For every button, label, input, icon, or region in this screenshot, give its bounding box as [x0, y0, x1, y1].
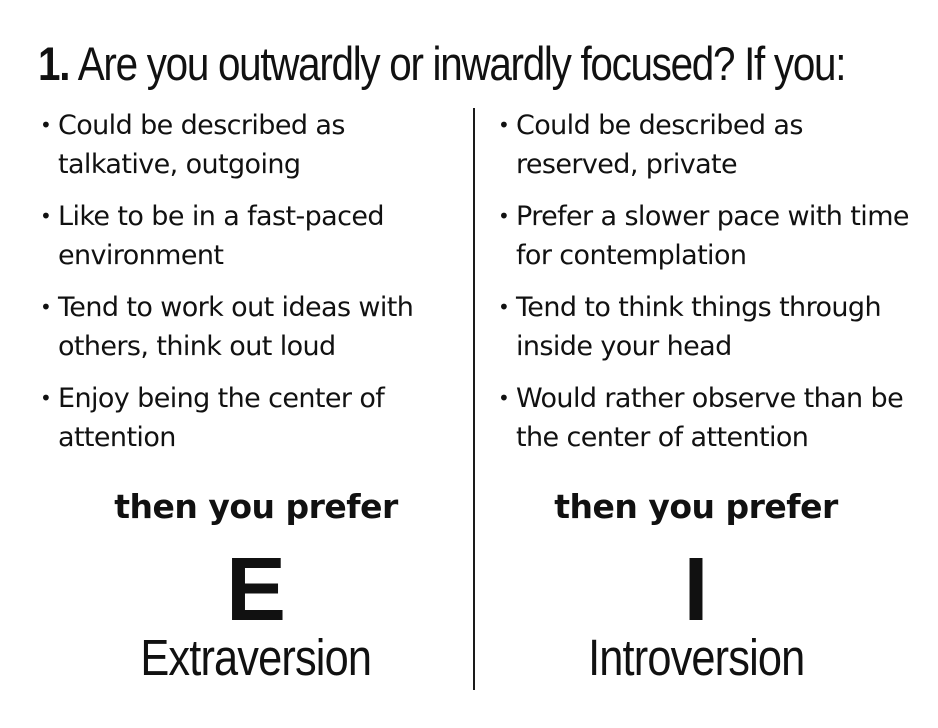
trait-text: Like to be in a fast-paced environment — [58, 201, 384, 271]
introversion-prefer-label: then you prefer — [554, 487, 838, 526]
introversion-letter: I — [683, 540, 709, 640]
list-item: • Would rather observe than be the center… — [496, 379, 916, 457]
list-item: • Tend to think things through inside you… — [496, 288, 916, 366]
bullet-icon: • — [498, 204, 510, 228]
list-item: • Prefer a slower pace with time for cont… — [496, 197, 916, 275]
extraversion-column: • Could be described as talkative, outgoi… — [38, 106, 458, 470]
question-heading: 1. Are you outwardly or inwardly focused?… — [38, 34, 846, 94]
bullet-icon: • — [498, 386, 510, 410]
list-item: • Tend to work out ideas with others, thi… — [38, 288, 458, 366]
question-text: Are you outwardly or inwardly focused? I… — [77, 37, 847, 90]
extraversion-letter: E — [225, 540, 287, 640]
bullet-icon: • — [498, 295, 510, 319]
list-item: • Could be described as talkative, outgoi… — [38, 106, 458, 184]
extraversion-type-text: Extraversion — [140, 629, 373, 686]
bullet-icon: • — [498, 113, 510, 137]
introversion-column: • Could be described as reserved, private… — [496, 106, 916, 470]
trait-text: Prefer a slower pace with time for conte… — [516, 201, 910, 271]
bullet-icon: • — [40, 204, 52, 228]
bullet-icon: • — [40, 386, 52, 410]
trait-text: Could be described as reserved, private — [516, 110, 803, 180]
trait-text: Tend to think things through inside your… — [516, 292, 882, 362]
list-item: • Enjoy being the center of attention — [38, 379, 458, 457]
extraversion-prefer-label: then you prefer — [114, 487, 398, 526]
introversion-type-name: Introversion — [478, 626, 914, 690]
introversion-type-text: Introversion — [587, 629, 805, 686]
list-item: • Like to be in a fast-paced environment — [38, 197, 458, 275]
introversion-traits-list: • Could be described as reserved, private… — [496, 106, 916, 457]
bullet-icon: • — [40, 295, 52, 319]
question-number: 1. — [38, 37, 70, 90]
trait-text: Enjoy being the center of attention — [58, 383, 385, 453]
list-item: • Could be described as reserved, private — [496, 106, 916, 184]
trait-text: Could be described as talkative, outgoin… — [58, 110, 345, 180]
trait-text: Would rather observe than be the center … — [516, 383, 904, 453]
extraversion-type-name: Extraversion — [38, 626, 474, 690]
extraversion-traits-list: • Could be described as talkative, outgoi… — [38, 106, 458, 457]
bullet-icon: • — [40, 113, 52, 137]
trait-text: Tend to work out ideas with others, thin… — [58, 292, 414, 362]
